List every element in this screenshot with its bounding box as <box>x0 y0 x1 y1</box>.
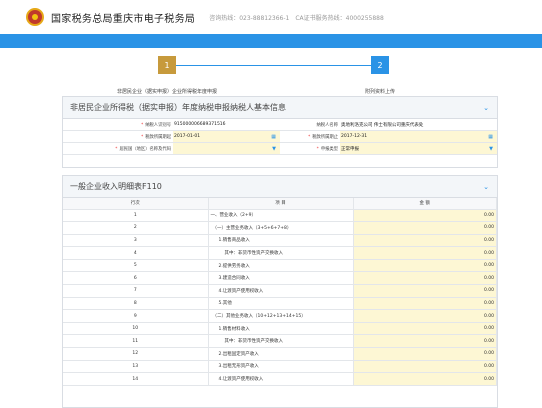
period-end-field[interactable]: 2017-12-31 ▦ <box>340 131 497 142</box>
table-row: 9 （二）其他业务收入（10+12+13+14+15） 0.00 <box>63 309 497 323</box>
table-row: 14 4.让渡资产使用权收入 0.00 <box>63 372 497 386</box>
return-type-label: 申报类型 <box>320 146 338 152</box>
row-number: 10 <box>63 322 209 336</box>
nav-bar <box>0 34 542 48</box>
table-row: 8 5.其他 0.00 <box>63 297 497 311</box>
row-number: 12 <box>63 347 209 361</box>
table-row: 13 3.出租无形资产收入 0.00 <box>63 360 497 374</box>
income-detail-title: 一般企业收入明细表F110 <box>70 182 162 191</box>
dropdown-arrow-icon[interactable]: ▼ <box>489 146 493 152</box>
row-item: 5.其他 <box>208 297 354 311</box>
row-number: 2 <box>63 221 209 235</box>
period-start-label: 税款所属期起 <box>145 134 171 140</box>
row-item: 1.销售材料收入 <box>208 322 354 336</box>
amount-input[interactable]: 0.00 <box>353 234 497 248</box>
hotline-text: 咨询热线：023-88812366-1 CA证书服务热线：4000255888 <box>209 14 384 22</box>
amount-input[interactable]: 0.00 <box>353 209 497 223</box>
site-title: 国家税务总局重庆市电子税务局 <box>51 13 196 25</box>
header-bar: 国家税务总局重庆市电子税务局 咨询热线：023-88812366-1 CA证书服… <box>0 0 542 34</box>
row-item: 1.销售商品收入 <box>208 234 354 248</box>
period-start-field[interactable]: 2017-01-01 ▦ <box>173 131 280 142</box>
table-row: 5 2.提供劳务收入 0.00 <box>63 259 497 273</box>
step-2-badge[interactable]: 2 <box>371 56 389 74</box>
return-type-select[interactable]: 正常申报 ▼ <box>340 143 497 154</box>
table-row: 7 4.让渡资产使用权收入 0.00 <box>63 284 497 298</box>
table-row: 1 一、营业收入（2+9） 0.00 <box>63 209 497 223</box>
tax-emblem-icon <box>26 8 44 26</box>
taxpayer-name-label: 纳税人名称 <box>316 122 338 128</box>
row-number: 6 <box>63 271 209 286</box>
amount-input[interactable]: 0.00 <box>353 347 497 361</box>
row-item: 2.出租固定资产收入 <box>208 347 354 361</box>
row-number: 14 <box>63 372 209 386</box>
chevron-down-icon[interactable]: ⌄ <box>483 104 489 112</box>
row-item: 3.建造合同收入 <box>208 271 354 286</box>
calendar-icon[interactable]: ▦ <box>271 134 276 140</box>
step-2-label: 附列资料上传 <box>364 89 395 95</box>
amount-input[interactable]: 0.00 <box>353 334 497 349</box>
step-1-badge[interactable]: 1 <box>158 56 176 74</box>
table-row: 11 其中：非货币性资产交换收入 0.00 <box>63 334 497 349</box>
amount-input[interactable]: 0.00 <box>353 372 497 386</box>
income-detail-panel: 一般企业收入明细表F110 ⌄ 行次 项 目 金 额 1 一、营业收入（2+9） 0… <box>62 175 498 408</box>
country-label: 居民国（地区）名称及代码 <box>119 146 171 152</box>
step-connector <box>176 65 371 66</box>
row-number: 7 <box>63 284 209 298</box>
row-item: 其中：非货币性资产交换收入 <box>208 246 354 260</box>
row-item: （一）主营业务收入（3+5+6+7+8） <box>208 221 354 235</box>
amount-input[interactable]: 0.00 <box>353 309 497 323</box>
row-number: 13 <box>63 360 209 374</box>
income-table: 行次 项 目 金 额 1 一、营业收入（2+9） 0.00 2 （一）主营业务收入（3+… <box>63 198 497 386</box>
col-amount: 金 额 <box>353 198 497 210</box>
row-number: 4 <box>63 246 209 260</box>
row-number: 11 <box>63 334 209 349</box>
table-row: 2 （一）主营业务收入（3+5+6+7+8） 0.00 <box>63 221 497 235</box>
dropdown-arrow-icon[interactable]: ▼ <box>272 146 276 152</box>
row-number: 1 <box>63 209 209 223</box>
period-end-label: 税款所属期止 <box>312 134 338 140</box>
row-item: 4.让渡资产使用权收入 <box>208 372 354 386</box>
basic-info-panel: 非居民企业所得税（据实申报）年度纳税申报纳税人基本信息 ⌄ * 纳税人识别号 91… <box>62 96 498 168</box>
row-number: 9 <box>63 309 209 323</box>
row-item: 4.让渡资产使用权收入 <box>208 284 354 298</box>
calendar-icon[interactable]: ▦ <box>488 134 493 140</box>
amount-input[interactable]: 0.00 <box>353 322 497 336</box>
table-row: 6 3.建造合同收入 0.00 <box>63 271 497 286</box>
amount-input[interactable]: 0.00 <box>353 246 497 260</box>
basic-info-title: 非居民企业所得税（据实申报）年度纳税申报纳税人基本信息 <box>70 103 286 112</box>
table-row: 4 其中：非货币性资产交换收入 0.00 <box>63 246 497 260</box>
row-number: 5 <box>63 259 209 273</box>
col-row-no: 行次 <box>63 198 209 210</box>
row-item: 3.出租无形资产收入 <box>208 360 354 374</box>
amount-input[interactable]: 0.00 <box>353 221 497 235</box>
country-select[interactable]: ▼ <box>173 143 280 154</box>
table-row: 3 1.销售商品收入 0.00 <box>63 234 497 248</box>
amount-input[interactable]: 0.00 <box>353 259 497 273</box>
table-row: 10 1.销售材料收入 0.00 <box>63 322 497 336</box>
taxpayer-id-field: 915000006689371516 <box>174 122 226 127</box>
col-item: 项 目 <box>208 198 354 210</box>
taxpayer-name-field: 奥地利洛克公司 伟士有限公司重庆代表处 <box>341 122 424 128</box>
basic-info-header[interactable]: 非居民企业所得税（据实申报）年度纳税申报纳税人基本信息 ⌄ <box>63 97 497 119</box>
amount-input[interactable]: 0.00 <box>353 297 497 311</box>
row-item: 2.提供劳务收入 <box>208 259 354 273</box>
table-row: 12 2.出租固定资产收入 0.00 <box>63 347 497 361</box>
row-number: 8 <box>63 297 209 311</box>
row-item: （二）其他业务收入（10+12+13+14+15） <box>208 309 354 323</box>
taxpayer-id-label: 纳税人识别号 <box>145 122 171 128</box>
step-1-label: 非居民企业（据实申报）企业所得税年度申报 <box>116 89 217 95</box>
amount-input[interactable]: 0.00 <box>353 271 497 286</box>
row-item: 一、营业收入（2+9） <box>208 209 354 223</box>
row-item: 其中：非货币性资产交换收入 <box>208 334 354 349</box>
amount-input[interactable]: 0.00 <box>353 360 497 374</box>
chevron-down-icon[interactable]: ⌄ <box>483 183 489 191</box>
amount-input[interactable]: 0.00 <box>353 284 497 298</box>
row-number: 3 <box>63 234 209 248</box>
income-detail-header[interactable]: 一般企业收入明细表F110 ⌄ <box>63 176 497 198</box>
